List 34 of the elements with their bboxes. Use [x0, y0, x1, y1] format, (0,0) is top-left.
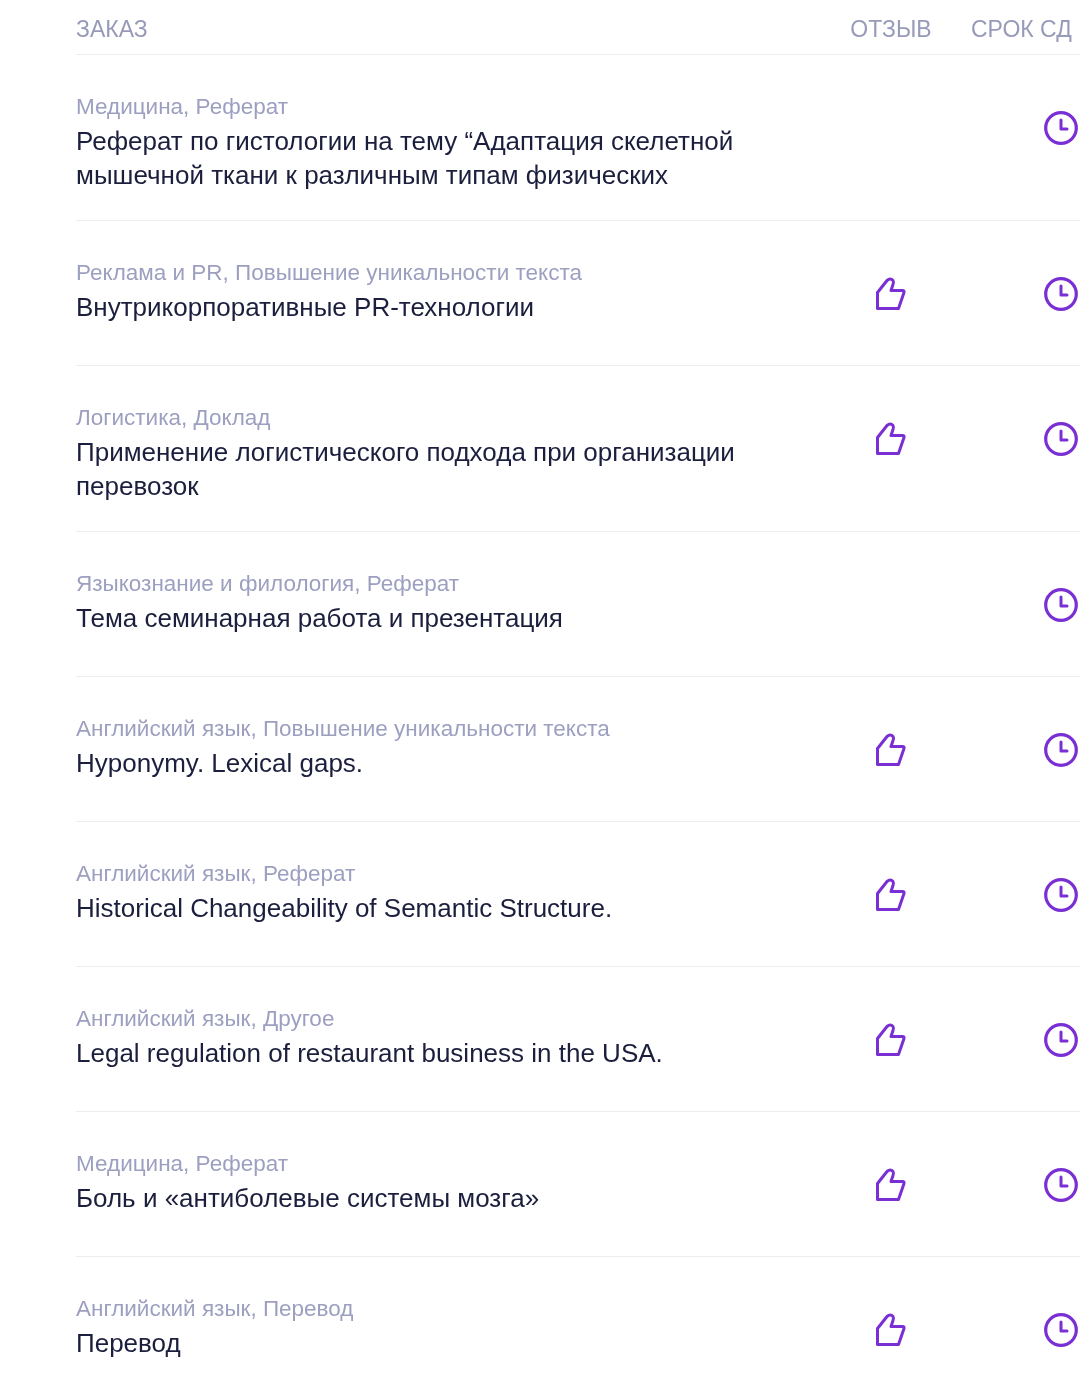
clock-icon [1044, 277, 1078, 311]
order-title[interactable]: Применение логистического подхода при организации перевозок [76, 435, 766, 503]
clock-icon [1044, 1313, 1078, 1347]
thumbs-up-icon[interactable] [875, 878, 907, 912]
thumbs-up-icon[interactable] [875, 1313, 907, 1347]
clock-icon [1044, 422, 1078, 456]
order-category: Английский язык, Другое [76, 1005, 336, 1033]
order-category: Логистика, Доклад [76, 404, 272, 432]
order-category: Английский язык, Реферат [76, 860, 357, 888]
thumbs-up-icon[interactable] [875, 422, 907, 456]
order-category: Английский язык, Повышение уникальности текста [76, 715, 611, 743]
clock-icon [1044, 111, 1078, 145]
thumbs-up-icon[interactable] [875, 733, 907, 767]
order-title[interactable]: Перевод [76, 1326, 766, 1360]
thumbs-up-icon[interactable] [875, 277, 907, 311]
clock-icon [1044, 588, 1078, 622]
thumbs-up-icon[interactable] [875, 1023, 907, 1057]
order-category: Реклама и PR, Повышение уникальности текста [76, 259, 583, 287]
clock-icon [1044, 878, 1078, 912]
order-title[interactable]: Реферат по гистологии на тему “Адаптация скелетной мышечной ткани к различным типам физических [76, 124, 766, 192]
order-category: Медицина, Реферат [76, 93, 289, 121]
order-category: Английский язык, Перевод [76, 1295, 355, 1323]
order-title[interactable]: Hyponymy. Lexical gaps. [76, 746, 766, 780]
order-category: Медицина, Реферат [76, 1150, 289, 1178]
clock-icon [1044, 1023, 1078, 1057]
clock-icon [1044, 1168, 1078, 1202]
thumbs-up-icon[interactable] [875, 1168, 907, 1202]
order-title[interactable]: Тема семинарная работа и презентация [76, 601, 766, 635]
order-category: Языкознание и филология, Реферат [76, 570, 461, 598]
order-title[interactable]: Внутрикорпоративные PR-технологии [76, 290, 766, 324]
order-title[interactable]: Боль и «антиболевые системы мозга» [76, 1181, 766, 1215]
clock-icon [1044, 733, 1078, 767]
order-title[interactable]: Historical Changeability of Semantic Structure. [76, 891, 766, 925]
order-title[interactable]: Legal regulation of restaurant business in the USA. [76, 1036, 766, 1070]
